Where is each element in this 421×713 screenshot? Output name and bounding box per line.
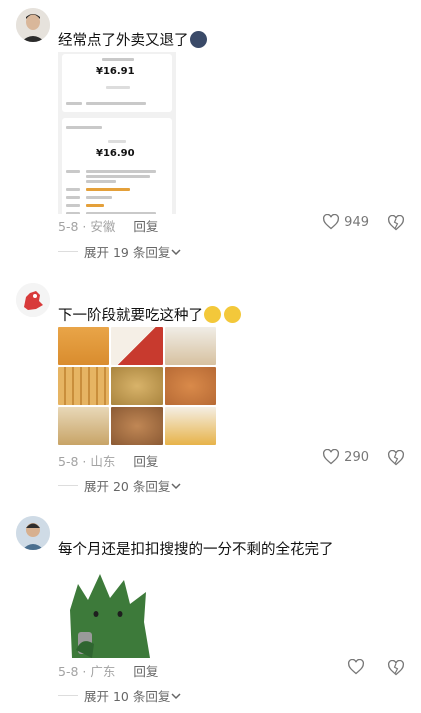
comment-meta: 5-8 · 广东 回复 [58,661,158,680]
heart-outline-icon [348,659,364,675]
reply-button[interactable]: 回复 [133,664,158,679]
divider [58,695,78,696]
sticker-image[interactable] [64,570,154,660]
dislike-button[interactable] [387,659,405,680]
comment-item: 每个月还是扣扣搜搜的一分不剩的全花完了 5-8 · 广东 回复 展开 10 条回… [0,0,421,713]
like-button[interactable] [347,659,369,675]
broken-heart-icon [388,659,404,676]
expand-replies[interactable]: 展开 10 条回复 [58,686,182,705]
chevron-down-icon [171,692,181,699]
location-time: 5-8 · 广东 [58,664,116,679]
comment-text: 每个月还是扣扣搜搜的一分不剩的全花完了 [58,542,334,558]
expand-label: 展开 10 条回复 [84,689,171,704]
avatar[interactable] [16,516,50,550]
